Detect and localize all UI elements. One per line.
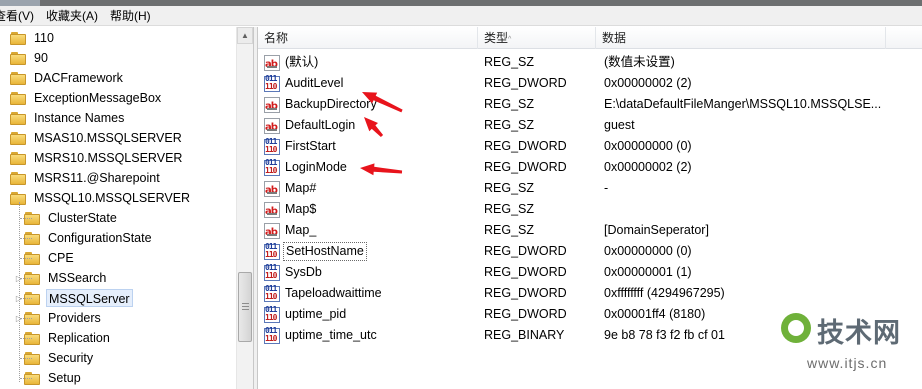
red-arrow-annotation xyxy=(360,163,403,176)
site-watermark: 技术网 www.itjs.cn xyxy=(777,311,922,383)
red-arrow-annotation xyxy=(362,92,403,113)
red-arrow-annotation xyxy=(364,117,384,137)
watermark-logo-icon xyxy=(781,313,811,343)
watermark-title: 技术网 xyxy=(817,318,901,349)
watermark-url: www.itjs.cn xyxy=(807,355,888,371)
